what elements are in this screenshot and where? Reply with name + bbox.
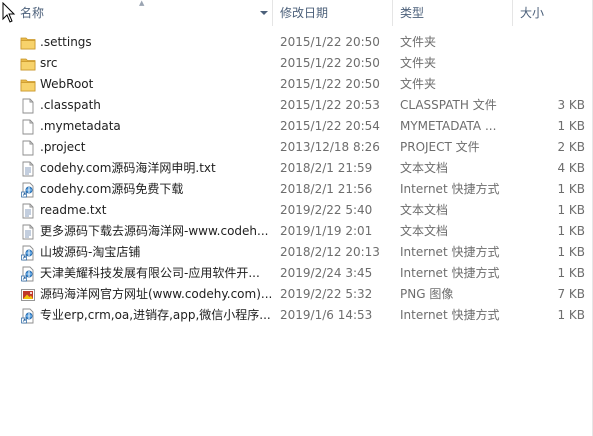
- file-row[interactable]: 源码海洋网官方网址(www.codehy.com)... 2019/2/22 5:…: [0, 284, 593, 305]
- file-type: Internet 快捷方式: [400, 308, 500, 322]
- file-date: 2015/1/22 20:53: [280, 98, 380, 112]
- file-date: 2018/2/12 20:13: [280, 245, 380, 259]
- column-header-bar: 名称 ▲ 修改日期 类型 大小: [0, 0, 593, 26]
- file-name: 源码海洋网官方网址(www.codehy.com)...: [40, 287, 272, 301]
- column-divider[interactable]: [272, 0, 273, 26]
- file-icon: [20, 119, 36, 135]
- file-row[interactable]: .classpath 2015/1/22 20:53 CLASSPATH 文件 3 K…: [0, 95, 593, 116]
- folder-icon: [20, 35, 36, 51]
- file-type: 文本文档: [400, 203, 449, 217]
- column-divider[interactable]: [392, 0, 393, 26]
- folder-icon: [20, 56, 36, 72]
- file-name: 更多源码下载去源码海洋网-www.codeh...: [40, 224, 269, 238]
- column-divider[interactable]: [512, 0, 513, 26]
- file-date: 2019/1/19 2:01: [280, 224, 373, 238]
- chevron-down-icon[interactable]: [259, 8, 269, 18]
- file-date: 2015/1/22 20:50: [280, 56, 380, 70]
- internet-shortcut-icon: [20, 182, 36, 198]
- file-row[interactable]: 专业erp,crm,oa,进销存,app,微信小程序... 2019/1/6 14…: [0, 305, 593, 326]
- file-row[interactable]: .settings 2015/1/22 20:50 文件夹: [0, 32, 593, 53]
- file-row[interactable]: .mymetadata 2015/1/22 20:54 MYMETADATA ...…: [0, 116, 593, 137]
- internet-shortcut-icon: [20, 266, 36, 282]
- internet-shortcut-icon: [20, 308, 36, 324]
- file-size: 7 KB: [557, 287, 585, 301]
- file-date: 2015/1/22 20:50: [280, 77, 380, 91]
- file-row[interactable]: codehy.com源码免费下载 2018/2/1 21:56 Internet 快…: [0, 179, 593, 200]
- file-size: 1 KB: [557, 182, 585, 196]
- file-type: 文件夹: [400, 77, 437, 91]
- file-type: PNG 图像: [400, 287, 454, 301]
- file-name: .classpath: [40, 98, 101, 112]
- file-type: 文件夹: [400, 56, 437, 70]
- file-date: 2015/1/22 20:50: [280, 35, 380, 49]
- file-size: 1 KB: [557, 308, 585, 322]
- text-document-icon: [20, 203, 36, 219]
- file-date: 2019/2/24 3:45: [280, 266, 373, 280]
- column-header-type[interactable]: 类型: [400, 0, 424, 26]
- file-size: 2 KB: [557, 140, 585, 154]
- file-size: 1 KB: [557, 266, 585, 280]
- file-date: 2018/2/1 21:59: [280, 161, 373, 175]
- file-name: .settings: [40, 35, 92, 49]
- file-row[interactable]: src 2015/1/22 20:50 文件夹: [0, 53, 593, 74]
- file-date: 2015/1/22 20:54: [280, 119, 380, 133]
- folder-icon: [20, 77, 36, 93]
- mouse-cursor-icon: [2, 2, 16, 23]
- file-date: 2019/1/6 14:53: [280, 308, 373, 322]
- text-document-icon: [20, 161, 36, 177]
- sort-ascending-icon: ▲: [139, 0, 145, 7]
- file-size: 4 KB: [557, 161, 585, 175]
- file-date: 2019/2/22 5:40: [280, 203, 373, 217]
- file-type: CLASSPATH 文件: [400, 98, 497, 112]
- file-list: .settings 2015/1/22 20:50 文件夹 src 2015/1/22…: [0, 32, 593, 326]
- file-icon: [20, 140, 36, 156]
- file-name: 山坡源码-淘宝店铺: [40, 245, 141, 259]
- file-size: 1 KB: [557, 245, 585, 259]
- column-header-date[interactable]: 修改日期: [280, 0, 328, 26]
- file-size: 1 KB: [557, 119, 585, 133]
- file-name: readme.txt: [40, 203, 107, 217]
- file-name: .mymetadata: [40, 119, 121, 133]
- column-header-name[interactable]: 名称: [20, 0, 44, 26]
- file-size: 3 KB: [557, 98, 585, 112]
- file-type: PROJECT 文件: [400, 140, 480, 154]
- file-type: MYMETADATA ...: [400, 119, 497, 133]
- file-name: codehy.com源码海洋网申明.txt: [40, 161, 216, 175]
- column-header-size[interactable]: 大小: [520, 0, 544, 26]
- internet-shortcut-icon: [20, 245, 36, 261]
- file-name: WebRoot: [40, 77, 94, 91]
- file-name: .project: [40, 140, 86, 154]
- text-document-icon: [20, 224, 36, 240]
- file-type: Internet 快捷方式: [400, 245, 500, 259]
- file-date: 2013/12/18 8:26: [280, 140, 380, 154]
- file-type: Internet 快捷方式: [400, 182, 500, 196]
- png-image-icon: [20, 287, 36, 303]
- file-name: 天津美耀科技发展有限公司-应用软件开...: [40, 266, 260, 280]
- file-type: Internet 快捷方式: [400, 266, 500, 280]
- file-type: 文本文档: [400, 161, 449, 175]
- file-row[interactable]: 山坡源码-淘宝店铺 2018/2/12 20:13 Internet 快捷方式 1 K…: [0, 242, 593, 263]
- file-row[interactable]: codehy.com源码海洋网申明.txt 2018/2/1 21:59 文本文档 4…: [0, 158, 593, 179]
- file-row[interactable]: readme.txt 2019/2/22 5:40 文本文档 1 KB: [0, 200, 593, 221]
- file-icon: [20, 98, 36, 114]
- file-row[interactable]: 天津美耀科技发展有限公司-应用软件开... 2019/2/24 3:45 Inter…: [0, 263, 593, 284]
- file-type: 文本文档: [400, 224, 449, 238]
- file-size: 1 KB: [557, 224, 585, 238]
- file-name: codehy.com源码免费下载: [40, 182, 184, 196]
- file-name: 专业erp,crm,oa,进销存,app,微信小程序...: [40, 308, 271, 322]
- file-row[interactable]: WebRoot 2015/1/22 20:50 文件夹: [0, 74, 593, 95]
- file-date: 2018/2/1 21:56: [280, 182, 373, 196]
- file-type: 文件夹: [400, 35, 437, 49]
- file-date: 2019/2/22 5:32: [280, 287, 373, 301]
- file-name: src: [40, 56, 58, 70]
- file-row[interactable]: 更多源码下载去源码海洋网-www.codeh... 2019/1/19 2:01 文…: [0, 221, 593, 242]
- file-size: 1 KB: [557, 203, 585, 217]
- file-row[interactable]: .project 2013/12/18 8:26 PROJECT 文件 2 KB: [0, 137, 593, 158]
